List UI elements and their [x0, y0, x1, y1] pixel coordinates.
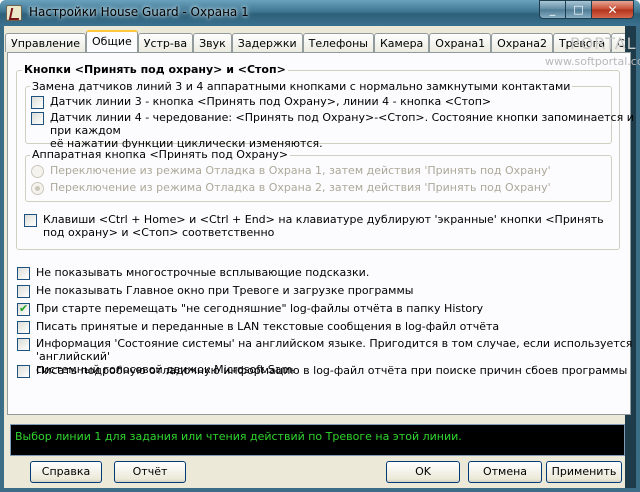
option-label-line1: Информация 'Состояние системы' на англий… [36, 337, 633, 363]
option-no-multiline-hints[interactable]: Не показывать многострочные всплывающие … [17, 266, 369, 280]
checkbox-checked[interactable] [17, 302, 30, 316]
status-hint: Выбор линии 1 для задания или чтения дей… [10, 424, 625, 456]
title-bar[interactable]: Настройки House Guard - Охрана 1 _ □ ✕ [0, 0, 640, 26]
option-line3-buttons[interactable]: Датчик линии 3 - кнопка <Принять под Охр… [31, 95, 491, 109]
option-label: Писать принятые и переданные в LAN текст… [36, 320, 500, 333]
radio-guard1[interactable]: Переключение из режима Отладка в Охрана … [31, 164, 551, 178]
checkbox[interactable] [17, 267, 30, 280]
checkbox[interactable] [24, 214, 37, 227]
app-icon[interactable] [6, 5, 22, 21]
option-hide-main-window[interactable]: Не показывать Главное окно при Тревоге и… [17, 284, 413, 298]
cancel-button[interactable]: Отмена [468, 461, 542, 483]
tab-strip: Управление Общие Устр-ва Звук Задержки Т… [5, 30, 625, 52]
radio-guard2[interactable]: Переключение из режима Отладка в Охрана … [31, 181, 551, 195]
tab-phones[interactable]: Телефоны [302, 33, 374, 52]
radio-label: Переключение из режима Отладка в Охрана … [50, 164, 551, 177]
option-label: Датчик линии 4 - чередование: <Принять п… [50, 111, 640, 150]
tab-devices[interactable]: Устр-ва [137, 33, 194, 52]
option-label: Датчик линии 3 - кнопка <Принять под Охр… [50, 95, 492, 108]
close-icon: ✕ [607, 2, 618, 17]
help-button[interactable]: Справка [30, 461, 102, 483]
apply-button[interactable]: Применить [546, 461, 622, 483]
tab-sound[interactable]: Звук [193, 33, 232, 52]
option-label-line2: под охрану> и <Стоп> соответственно [43, 226, 275, 239]
radio-label: Переключение из режима Отладка в Охрана … [50, 181, 551, 194]
watermark: www.softportal.com [545, 55, 640, 68]
tab-management[interactable]: Управление [5, 33, 87, 52]
hardware-button-title: Аппаратная кнопка <Принять под Охрану> [30, 148, 291, 161]
minimize-button[interactable]: _ [539, 0, 565, 19]
option-label: Не показывать Главное окно при Тревоге и… [36, 284, 414, 297]
tab-general[interactable]: Общие [86, 30, 138, 52]
ok-button[interactable]: OK [386, 461, 460, 483]
replace-sensors-title: Замена датчиков линий 3 и 4 аппаратными … [30, 80, 573, 93]
watermark-logo: PORTAL [570, 34, 637, 53]
checkbox[interactable] [17, 321, 30, 334]
minimize-icon: _ [549, 3, 556, 16]
tab-camera[interactable]: Камера [373, 33, 430, 52]
option-log-lan-messages[interactable]: Писать принятые и переданные в LAN текст… [17, 320, 499, 334]
tab-guard2[interactable]: Охрана2 [491, 33, 553, 52]
maximize-button[interactable]: □ [565, 0, 591, 19]
option-move-old-logs[interactable]: При старте перемещать "не сегодняшние" l… [17, 302, 483, 316]
checkbox[interactable] [17, 365, 30, 378]
buttons-group-title: Кнопки <Принять под охрану> и <Стоп> [22, 63, 288, 76]
checkbox[interactable] [31, 112, 44, 125]
option-line4-toggle[interactable]: Датчик линии 4 - чередование: <Принять п… [31, 111, 640, 150]
checkbox[interactable] [31, 96, 44, 109]
checkbox[interactable] [17, 338, 30, 351]
report-button[interactable]: Отчёт [114, 461, 186, 483]
window-title: Настройки House Guard - Охрана 1 [29, 5, 249, 19]
close-button[interactable]: ✕ [591, 0, 634, 19]
option-label-line1: Клавиши <Ctrl + Home> и <Ctrl + End> на … [43, 213, 604, 226]
option-label: Не показывать многострочные всплывающие … [36, 266, 370, 279]
option-label: Клавиши <Ctrl + Home> и <Ctrl + End> на … [43, 213, 604, 239]
checkbox[interactable] [17, 285, 30, 298]
tab-guard1[interactable]: Охрана1 [429, 33, 492, 52]
option-label: Писать подробную отладочную информацию в… [36, 364, 628, 377]
tab-delays[interactable]: Задержки [231, 33, 303, 52]
option-debug-log[interactable]: Писать подробную отладочную информацию в… [17, 364, 627, 378]
option-ctrl-keys[interactable]: Клавиши <Ctrl + Home> и <Ctrl + End> на … [24, 213, 604, 239]
radio-button-selected[interactable] [31, 182, 44, 195]
option-label: При старте перемещать "не сегодняшние" l… [36, 302, 484, 315]
caption-buttons: _ □ ✕ [539, 0, 634, 19]
radio-button[interactable] [31, 165, 44, 178]
maximize-icon: □ [573, 3, 584, 16]
option-label-line1: Датчик линии 4 - чередование: <Принять п… [50, 111, 634, 137]
